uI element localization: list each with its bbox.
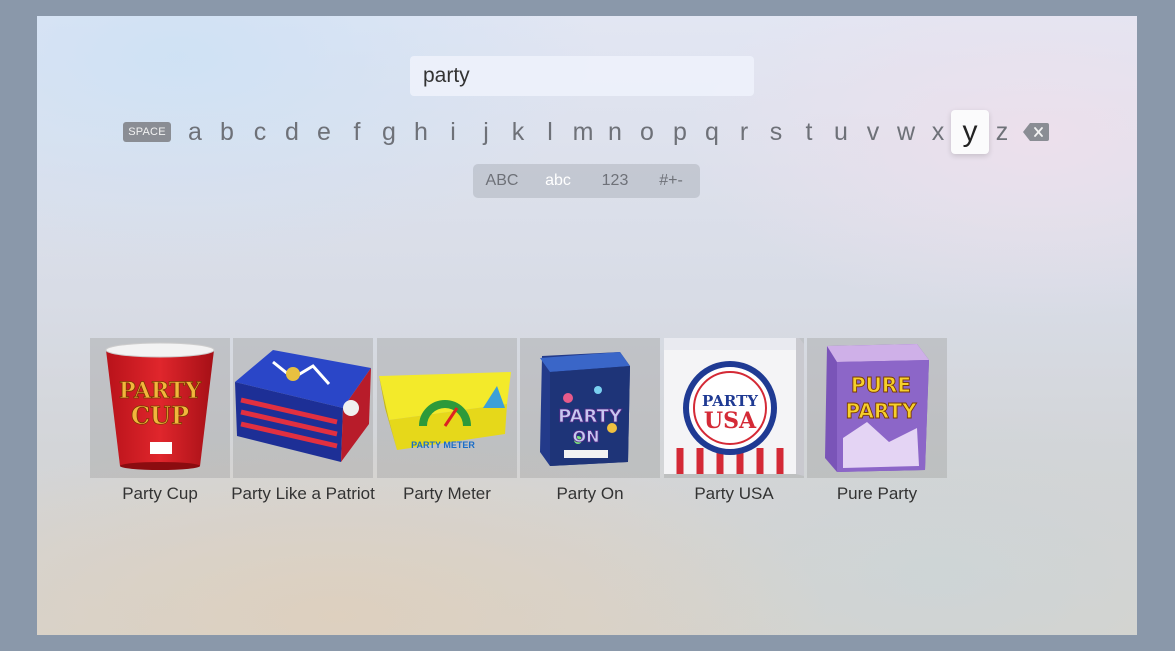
result-tile[interactable]: Party Like a Patriot [231, 338, 375, 503]
svg-text:ON: ON [573, 427, 600, 446]
key-b[interactable]: b [212, 110, 242, 154]
search-query-text: party [423, 64, 470, 87]
party-cup-image: PARTY CUP [105, 342, 215, 470]
key-d[interactable]: d [277, 110, 307, 154]
key-t[interactable]: t [794, 110, 824, 154]
key-m[interactable]: m [568, 110, 598, 154]
key-q[interactable]: q [697, 110, 727, 154]
mode-symbols[interactable]: #+- [643, 164, 699, 198]
result-tile[interactable]: PARTY CUP Party Cup [90, 338, 230, 503]
key-n[interactable]: n [600, 110, 630, 154]
keyboard-row: SPACE abcdefghijklmnopqrstuvwxyz [123, 110, 1053, 154]
key-k[interactable]: k [503, 110, 533, 154]
mode-lowercase[interactable]: abc [530, 164, 586, 198]
tv-screen: party SPACE abcdefghijklmnopqrstuvwxyz A… [37, 16, 1137, 635]
search-input[interactable]: party [410, 56, 754, 96]
pure-party-art-text: PURE [851, 373, 911, 397]
key-z[interactable]: z [987, 110, 1017, 154]
key-f[interactable]: f [342, 110, 372, 154]
key-s[interactable]: s [761, 110, 791, 154]
svg-text:PARTY: PARTY [846, 399, 917, 423]
key-a[interactable]: a [180, 110, 210, 154]
key-u[interactable]: u [826, 110, 856, 154]
key-i[interactable]: i [438, 110, 468, 154]
key-l[interactable]: l [535, 110, 565, 154]
party-meter-image: PARTY METER [379, 372, 511, 450]
party-usa-image: PARTY USA [664, 338, 804, 476]
result-title: Pure Party [836, 484, 918, 503]
mode-uppercase[interactable]: ABC [474, 164, 530, 198]
result-tile[interactable]: PARTY ON Party On [520, 338, 660, 503]
key-c[interactable]: c [245, 110, 275, 154]
mode-numbers[interactable]: 123 [587, 164, 643, 198]
key-e[interactable]: e [309, 110, 339, 154]
key-y[interactable]: y [951, 110, 989, 154]
pure-party-image: PURE PARTY [825, 344, 929, 472]
party-like-a-patriot-image [235, 350, 371, 462]
key-r[interactable]: r [729, 110, 759, 154]
key-g[interactable]: g [374, 110, 404, 154]
key-v[interactable]: v [858, 110, 888, 154]
result-tile[interactable]: PURE PARTY Pure Party [807, 338, 947, 503]
keyboard-mode-selector: ABC abc 123 #+- [473, 164, 700, 198]
result-tile[interactable]: PARTY USA Party USA [664, 338, 804, 503]
backspace-icon[interactable] [1023, 122, 1049, 142]
result-tile[interactable]: PARTY METER Party Meter [377, 338, 517, 503]
party-meter-art-text: PARTY METER [411, 440, 475, 450]
party-on-art-text: PARTY [558, 406, 623, 427]
party-on-image: PARTY ON [540, 352, 630, 466]
key-o[interactable]: o [632, 110, 662, 154]
key-p[interactable]: p [665, 110, 695, 154]
key-x[interactable]: x [923, 110, 953, 154]
key-w[interactable]: w [891, 110, 921, 154]
svg-text:USA: USA [704, 408, 757, 434]
key-h[interactable]: h [406, 110, 436, 154]
key-j[interactable]: j [471, 110, 501, 154]
svg-text:CUP: CUP [131, 401, 189, 430]
space-key[interactable]: SPACE [123, 122, 171, 142]
